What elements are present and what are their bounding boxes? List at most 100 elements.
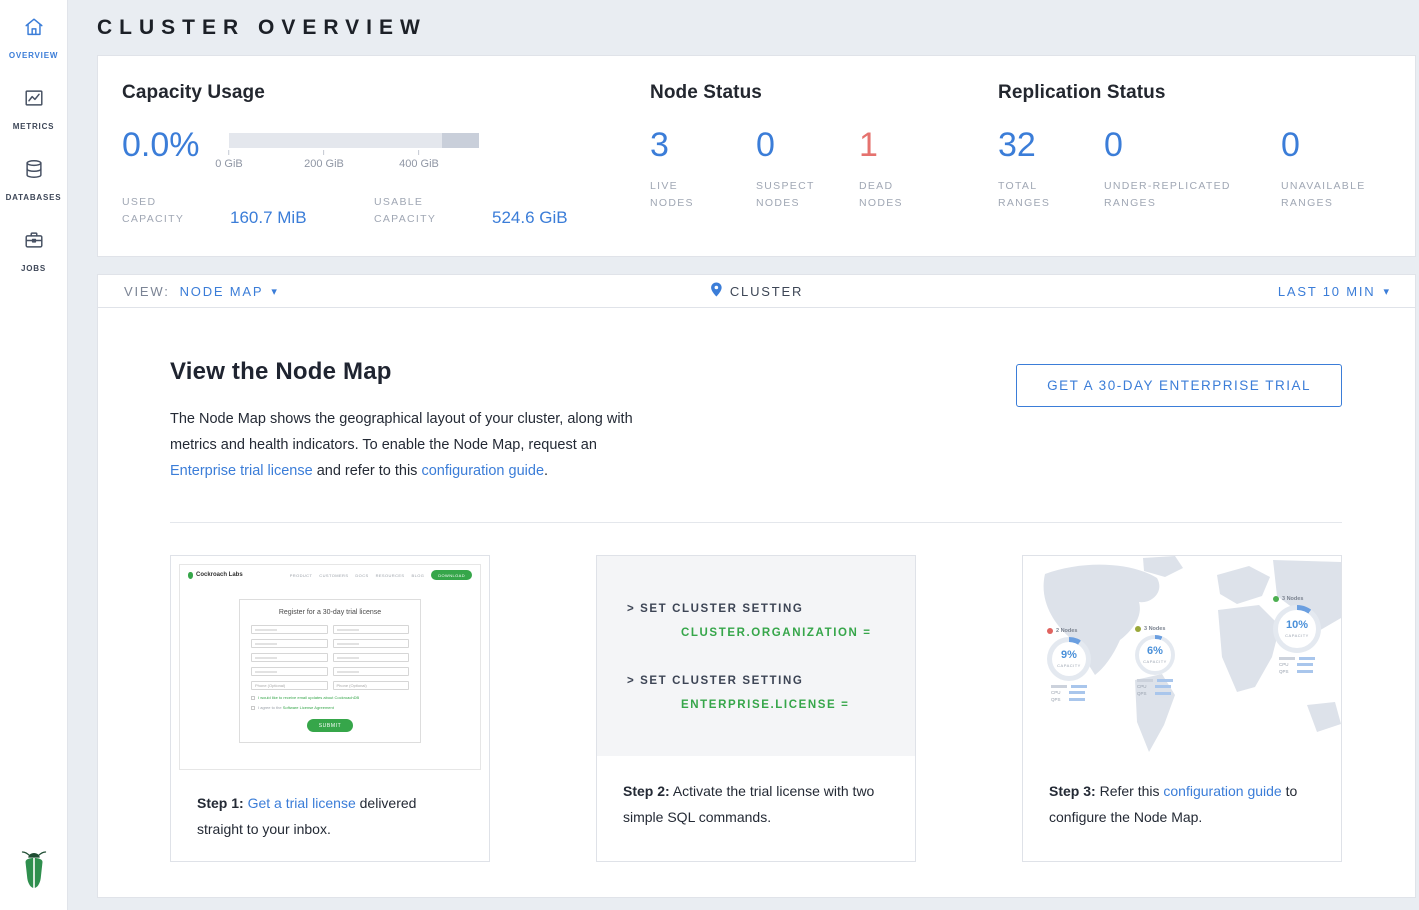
view-value: NODE MAP	[180, 284, 264, 299]
suspect-nodes-label: SUSPECT NODES	[756, 178, 826, 212]
mini-form-title: Register for a 30-day trial license	[251, 609, 409, 616]
sql-prompt: > SET CLUSTER SETTING	[627, 600, 915, 618]
cluster-summary-panel: Capacity Usage 0.0% 0 GiB 200 GiB 400 Gi…	[97, 55, 1416, 257]
mini-input	[333, 639, 410, 648]
get-trial-license-link[interactable]: Get a trial license	[248, 795, 356, 811]
step1-card: Cockroach Labs PRODUCT CUSTOMERS DOCS RE…	[170, 555, 490, 862]
mini-nav-item: CUSTOMERS	[319, 573, 348, 578]
content-area: CLUSTER OVERVIEW Capacity Usage 0.0% 0 G…	[68, 0, 1419, 910]
step3-caption: Step 3: Refer this configuration guide t…	[1023, 756, 1341, 861]
replication-status-title: Replication Status	[998, 82, 1391, 104]
region-capacity-label: CAPACITY	[1143, 659, 1167, 664]
node-map-intro: View the Node Map The Node Map shows the…	[170, 358, 640, 484]
enterprise-trial-license-link[interactable]: Enterprise trial license	[170, 463, 313, 479]
mini-nav-item: PRODUCT	[290, 573, 313, 578]
sidebar-item-jobs[interactable]: JOBS	[0, 229, 67, 273]
view-label: VIEW:	[124, 284, 170, 299]
time-range-value: LAST 10 MIN	[1278, 284, 1376, 299]
mini-agree-checkbox: I agree to the Software License Agreemen…	[251, 705, 409, 710]
region-dot	[1047, 628, 1053, 634]
usable-capacity-metric: USABLE CAPACITY 524.6 GiB	[374, 194, 568, 228]
steps-row: Cockroach Labs PRODUCT CUSTOMERS DOCS RE…	[170, 555, 1342, 862]
sql-setting: CLUSTER.ORGANIZATION =	[627, 624, 915, 642]
unavailable-ranges-value: 0	[1281, 126, 1300, 164]
app: OVERVIEW METRICS DATABASES	[0, 0, 1419, 910]
mini-submit-button: SUBMIT	[307, 719, 353, 732]
dead-nodes-value: 1	[859, 126, 878, 164]
mini-input	[333, 653, 410, 662]
map-region-3: 3 Nodes 10% CAPACITY CPU	[1273, 596, 1321, 676]
map-region-1: 2 Nodes 9% CAPACITY CPU	[1047, 628, 1091, 704]
map-region-2: 3 Nodes 6% CAPACITY CPU	[1135, 626, 1175, 698]
mini-download-button: DOWNLOAD	[431, 570, 472, 580]
dead-nodes-label: DEAD NODES	[859, 178, 929, 212]
capacity-donut: 10% CAPACITY	[1273, 605, 1321, 653]
capacity-bar: 0 GiB 200 GiB 400 GiB	[229, 128, 479, 174]
total-ranges-label: TOTAL RANGES	[998, 178, 1068, 212]
mini-nav-item: BLOG	[412, 573, 425, 578]
step2-caption: Step 2: Activate the trial license with …	[597, 756, 915, 861]
usable-capacity-value: 524.6 GiB	[492, 209, 568, 228]
view-selector[interactable]: VIEW: NODE MAP ▾	[124, 284, 277, 299]
jobs-icon	[23, 229, 45, 256]
sidebar-item-databases[interactable]: DATABASES	[0, 158, 67, 202]
node-status-title: Node Status	[650, 82, 998, 104]
sql-setting: ENTERPRISE.LICENSE =	[627, 696, 915, 714]
total-ranges-value: 32	[998, 126, 1036, 164]
mini-phone-input: Phone (Optional)	[333, 681, 410, 690]
replication-status-section: Replication Status 32 TOTAL RANGES 0 UND…	[998, 82, 1391, 228]
capacity-used-percent: 0.0%	[122, 128, 229, 162]
page-title: CLUSTER OVERVIEW	[97, 0, 1416, 55]
mini-input	[333, 625, 410, 634]
mini-optin-checkbox: I would like to receive email updates ab…	[251, 695, 409, 700]
time-range-selector[interactable]: LAST 10 MIN ▾	[1278, 284, 1389, 299]
description-text: The Node Map shows the geographical layo…	[170, 411, 633, 453]
region-mini-stats: CPU QPS	[1137, 679, 1173, 698]
configuration-guide-link[interactable]: configuration guide	[1163, 783, 1281, 799]
capacity-bar-nonusable-segment	[442, 133, 480, 148]
step2-code-block: > SET CLUSTER SETTING CLUSTER.ORGANIZATI…	[597, 556, 915, 756]
used-capacity-metric: USED CAPACITY 160.7 MiB	[122, 194, 374, 228]
step1-screenshot: Cockroach Labs PRODUCT CUSTOMERS DOCS RE…	[171, 556, 489, 778]
step3-node-map-preview: 2 Nodes 9% CAPACITY CPU	[1023, 556, 1341, 756]
cluster-scope-label: CLUSTER	[730, 284, 803, 299]
suspect-nodes-metric: 0 SUSPECT NODES	[756, 128, 859, 212]
under-replicated-ranges-label: UNDER-REPLICATED RANGES	[1104, 178, 1254, 212]
unavailable-ranges-metric: 0 UNAVAILABLE RANGES	[1281, 128, 1391, 212]
unavailable-ranges-label: UNAVAILABLE RANGES	[1281, 178, 1391, 212]
mini-trial-form: Register for a 30-day trial license	[239, 599, 421, 743]
sidebar-item-label: JOBS	[21, 264, 46, 273]
usable-capacity-label: USABLE CAPACITY	[374, 194, 470, 228]
sidebar-item-metrics[interactable]: METRICS	[0, 87, 67, 131]
capacity-donut: 6% CAPACITY	[1135, 635, 1175, 675]
step-number: Step 1:	[197, 795, 244, 811]
chevron-down-icon: ▾	[1383, 285, 1389, 298]
configuration-guide-link[interactable]: configuration guide	[421, 463, 544, 479]
enterprise-trial-button[interactable]: GET A 30-DAY ENTERPRISE TRIAL	[1016, 364, 1342, 407]
step-number: Step 2:	[623, 783, 670, 799]
region-capacity-label: CAPACITY	[1285, 633, 1309, 638]
sidebar-item-label: DATABASES	[6, 193, 62, 202]
sql-prompt: > SET CLUSTER SETTING	[627, 672, 915, 690]
under-replicated-ranges-metric: 0 UNDER-REPLICATED RANGES	[1104, 128, 1281, 212]
capacity-tick: 0 GiB	[215, 150, 243, 170]
databases-icon	[23, 158, 45, 185]
capacity-tick: 400 GiB	[399, 150, 439, 170]
step3-card: 2 Nodes 9% CAPACITY CPU	[1022, 555, 1342, 862]
live-nodes-value: 3	[650, 126, 669, 164]
region-capacity-percent: 10%	[1286, 620, 1308, 631]
capacity-donut: 9% CAPACITY	[1047, 637, 1091, 681]
live-nodes-metric: 3 LIVE NODES	[650, 128, 756, 212]
region-capacity-percent: 6%	[1147, 646, 1163, 657]
step2-card: > SET CLUSTER SETTING CLUSTER.ORGANIZATI…	[596, 555, 916, 862]
region-nodes-count: 3 Nodes	[1144, 626, 1165, 632]
metrics-icon	[23, 87, 45, 114]
mini-nav-item: RESOURCES	[376, 573, 405, 578]
region-capacity-label: CAPACITY	[1057, 663, 1081, 668]
region-dot	[1135, 626, 1141, 632]
region-nodes-count: 2 Nodes	[1056, 628, 1077, 634]
used-capacity-value: 160.7 MiB	[230, 209, 307, 228]
sidebar-item-overview[interactable]: OVERVIEW	[0, 16, 67, 60]
region-dot	[1273, 596, 1279, 602]
region-mini-stats: CPU QPS	[1279, 657, 1315, 676]
